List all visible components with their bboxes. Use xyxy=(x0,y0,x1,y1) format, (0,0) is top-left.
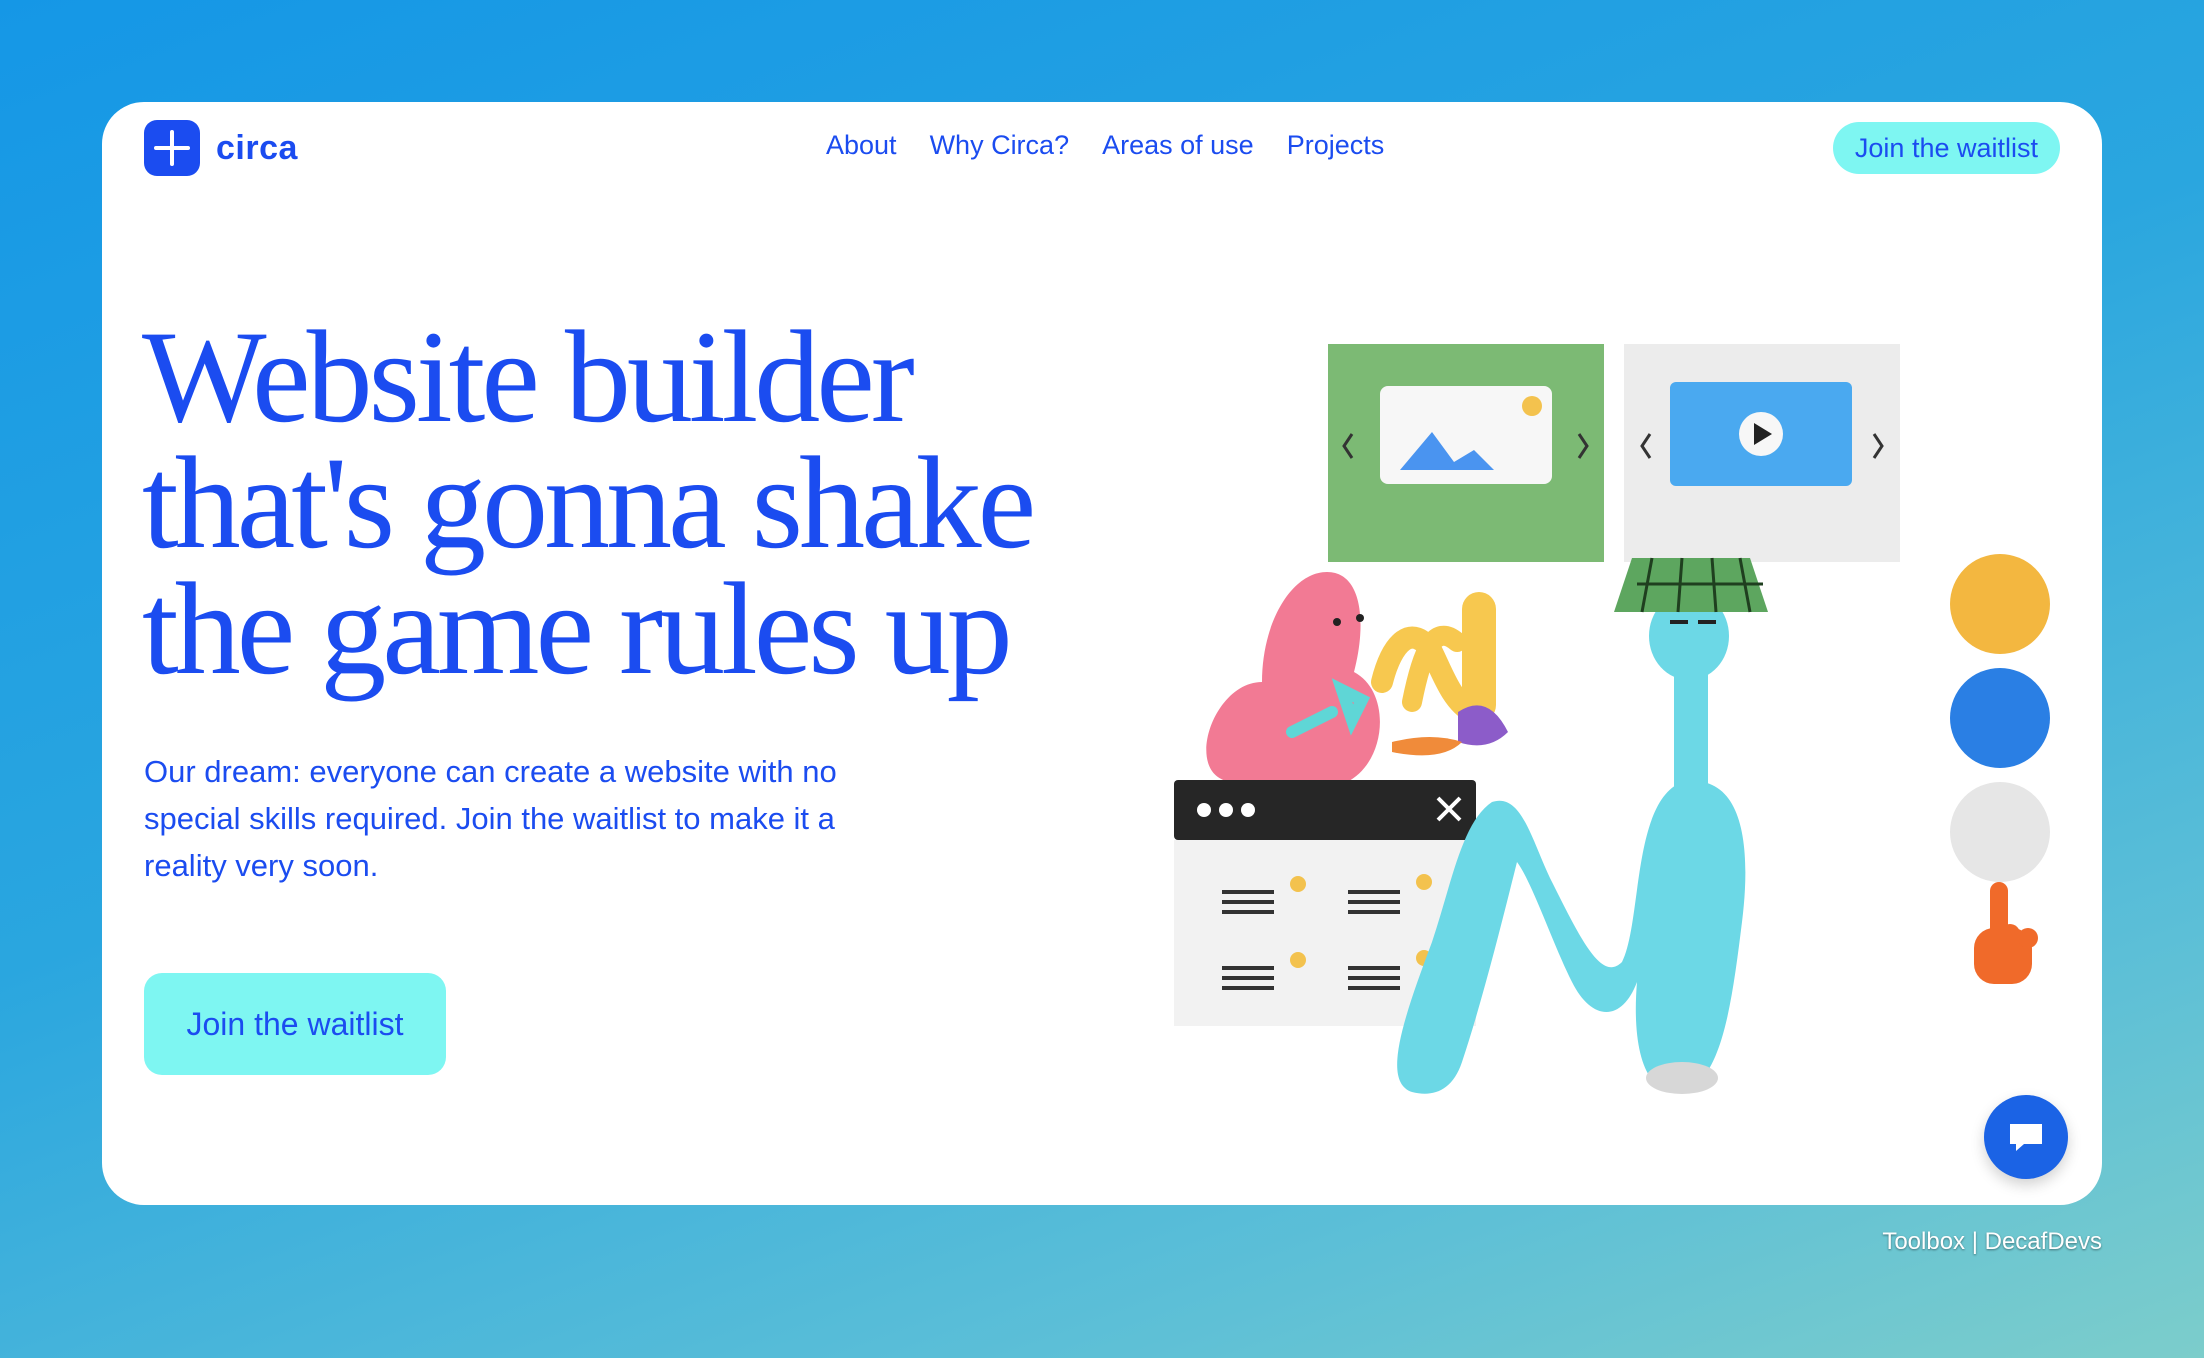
hero-description: Our dream: everyone can create a website… xyxy=(144,754,837,883)
yellow-sphere-icon xyxy=(1950,554,2050,654)
yellow-character-icon xyxy=(1371,592,1508,756)
chat-button[interactable] xyxy=(1984,1095,2068,1179)
chat-bubble-icon xyxy=(2010,1124,2042,1151)
pointer-hand-icon xyxy=(1974,882,2038,984)
nav-about[interactable]: About xyxy=(826,130,897,161)
nav-why-circa[interactable]: Why Circa? xyxy=(930,130,1070,161)
hero-title-line-1: Website builder xyxy=(142,303,915,450)
hero-illustration xyxy=(1174,344,2050,1094)
hero-title-line-2: that's gonna shake xyxy=(142,429,1036,576)
hero-title-line-3: the game rules up xyxy=(142,555,1013,702)
brand[interactable]: circa xyxy=(144,120,298,176)
header-join-waitlist-button[interactable]: Join the waitlist xyxy=(1832,122,2060,174)
brand-name: circa xyxy=(216,128,298,167)
main-nav: About Why Circa? Areas of use Projects xyxy=(826,130,1384,161)
nav-projects[interactable]: Projects xyxy=(1287,130,1385,161)
blue-sphere-icon xyxy=(1950,668,2050,768)
white-sphere-icon xyxy=(1950,782,2050,882)
footer-credit: Toolbox | DecafDevs xyxy=(1882,1228,2102,1255)
nav-areas-of-use[interactable]: Areas of use xyxy=(1102,130,1254,161)
pink-character-icon xyxy=(1206,572,1380,782)
main-card: circa About Why Circa? Areas of use Proj… xyxy=(102,102,2102,1205)
plus-sparkle-icon xyxy=(144,120,200,176)
hero-join-waitlist-button[interactable]: Join the waitlist xyxy=(144,973,446,1075)
video-carousel-icon xyxy=(1624,344,1900,562)
image-carousel-icon xyxy=(1328,344,1604,562)
hero-title: Website builder that's gonna shake the g… xyxy=(142,303,1122,702)
